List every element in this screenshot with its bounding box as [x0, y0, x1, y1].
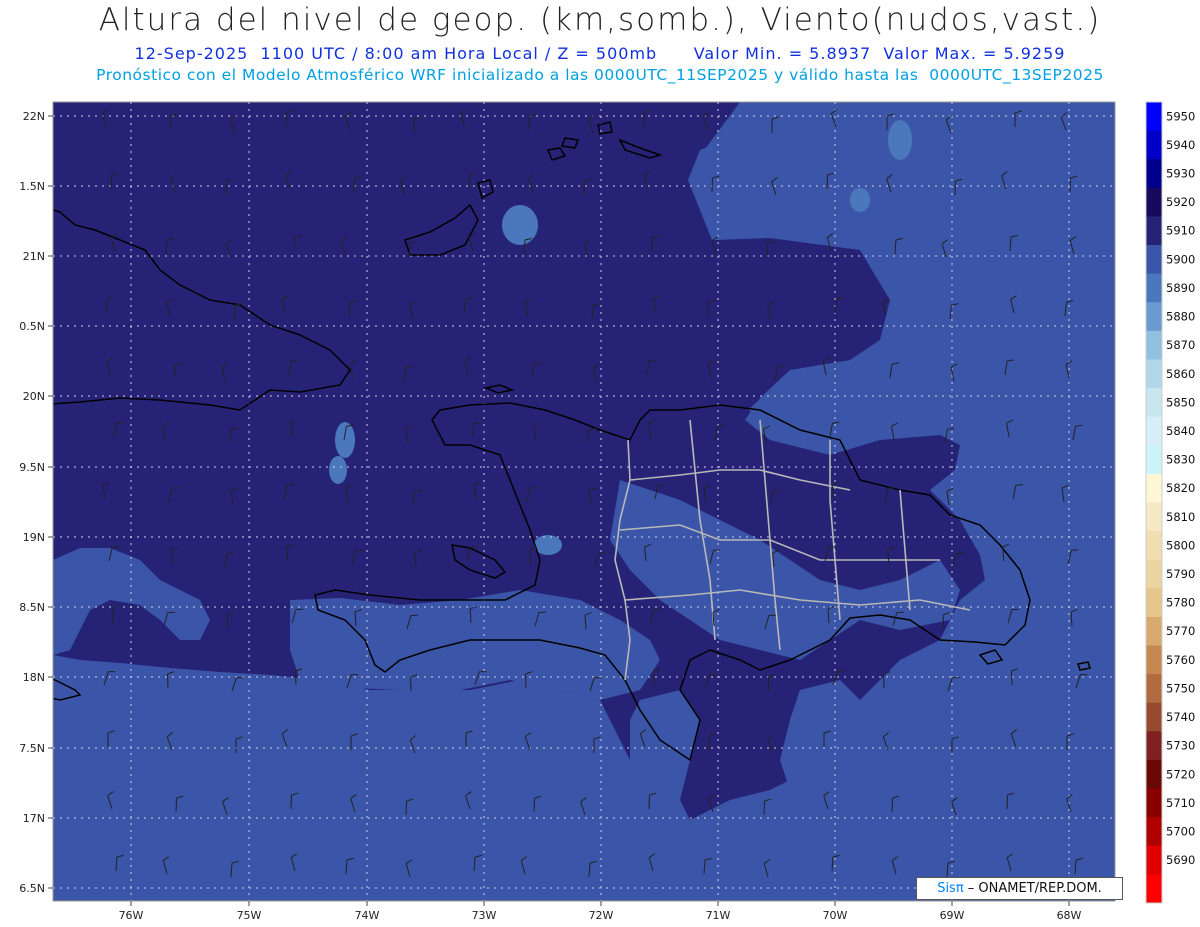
- colorbar-swatch: [1146, 588, 1162, 618]
- colorbar-swatch: [1146, 674, 1162, 704]
- lat-label: 17N: [23, 812, 45, 825]
- colorbar-label: 5880: [1166, 310, 1195, 324]
- colorbar-swatch: [1146, 559, 1162, 589]
- colorbar-swatch: [1146, 302, 1162, 332]
- colorbar-label: 5940: [1166, 138, 1195, 152]
- colorbar-label: 5830: [1166, 453, 1195, 467]
- lat-label: 8.5N: [19, 601, 45, 614]
- colorbar-swatch: [1146, 359, 1162, 389]
- lat-label: 19N: [23, 531, 45, 544]
- colorbar-label: 5840: [1166, 424, 1195, 438]
- colorbar: 5950 5940 5930 5920 5910 5900 5890 5880 5870 5860…: [1145, 101, 1195, 904]
- colorbar-swatch: [1146, 273, 1162, 303]
- colorbar-label: 5770: [1166, 624, 1195, 638]
- colorbar-swatch: [1146, 102, 1162, 132]
- colorbar-label: 5720: [1166, 767, 1195, 781]
- colorbar-swatch: [1146, 645, 1162, 675]
- colorbar-label: 5790: [1166, 567, 1195, 581]
- colorbar-swatch: [1146, 416, 1162, 446]
- colorbar-swatch: [1146, 330, 1162, 360]
- colorbar-swatch: [1146, 788, 1162, 818]
- colorbar-label: 5850: [1166, 395, 1195, 409]
- forecast-map: 22N 1.5N 21N 0.5N 20N 9.5N 19N 8.5N 18N 7.5N 17N 6.…: [19, 101, 1195, 922]
- colorbar-label: 5910: [1166, 224, 1195, 238]
- colorbar-swatch: [1146, 473, 1162, 503]
- lon-label: 74W: [355, 909, 380, 922]
- credit-text: – ONAMET/REP.DOM.: [963, 881, 1102, 896]
- lat-label: 9.5N: [19, 461, 45, 474]
- lon-label: 76W: [119, 909, 144, 922]
- lon-label: 69W: [940, 909, 965, 922]
- contour-5890-blob-4: [329, 456, 347, 484]
- colorbar-swatch: [1146, 845, 1162, 875]
- lat-label: 18N: [23, 671, 45, 684]
- colorbar-label: 5920: [1166, 195, 1195, 209]
- colorbar-label: 5900: [1166, 252, 1195, 266]
- colorbar-label: 5750: [1166, 681, 1195, 695]
- colorbar-swatch: [1146, 445, 1162, 475]
- lat-label: 6.5N: [19, 882, 45, 895]
- lon-label: 68W: [1057, 909, 1082, 922]
- colorbar-label: 5860: [1166, 367, 1195, 381]
- colorbar-label: 5700: [1166, 824, 1195, 838]
- colorbar-label: 5890: [1166, 281, 1195, 295]
- colorbar-swatch: [1146, 502, 1162, 532]
- lat-label: 1.5N: [19, 180, 45, 193]
- colorbar-label: 5950: [1166, 109, 1195, 123]
- credit-brand: Sisπ: [937, 881, 964, 896]
- lon-label: 70W: [823, 909, 848, 922]
- colorbar-swatch: [1146, 216, 1162, 246]
- lat-label: 21N: [23, 250, 45, 263]
- colorbar-label: 5690: [1166, 853, 1195, 867]
- colorbar-swatch: [1146, 874, 1162, 904]
- colorbar-swatch: [1146, 388, 1162, 418]
- lon-label: 72W: [589, 909, 614, 922]
- colorbar-swatch: [1146, 817, 1162, 847]
- lat-label: 7.5N: [19, 742, 45, 755]
- colorbar-label: 5730: [1166, 739, 1195, 753]
- colorbar-swatch: [1146, 159, 1162, 189]
- contour-5890-blob-1: [502, 205, 538, 245]
- colorbar-swatch: [1146, 731, 1162, 761]
- colorbar-label: 5740: [1166, 710, 1195, 724]
- lon-label: 73W: [472, 909, 497, 922]
- lat-label: 20N: [23, 390, 45, 403]
- lon-label: 71W: [706, 909, 731, 922]
- colorbar-swatch: [1146, 531, 1162, 561]
- contour-5890-blob-6: [850, 188, 870, 212]
- colorbar-label: 5710: [1166, 796, 1195, 810]
- colorbar-swatch: [1146, 245, 1162, 275]
- colorbar-label: 5930: [1166, 167, 1195, 181]
- colorbar-label: 5800: [1166, 538, 1195, 552]
- colorbar-label: 5810: [1166, 510, 1195, 524]
- lon-label: 75W: [237, 909, 262, 922]
- colorbar-label: 5780: [1166, 596, 1195, 610]
- lat-label: 0.5N: [19, 320, 45, 333]
- colorbar-swatch: [1146, 702, 1162, 732]
- colorbar-label: 5820: [1166, 481, 1195, 495]
- colorbar-label: 5870: [1166, 338, 1195, 352]
- contour-5890-blob-3: [534, 535, 562, 555]
- colorbar-swatch: [1146, 759, 1162, 790]
- colorbar-swatch: [1146, 616, 1162, 647]
- contour-5890-blob-2: [335, 422, 355, 458]
- colorbar-swatch: [1146, 130, 1162, 160]
- credit-box: Sisπ – ONAMET/REP.DOM.: [916, 877, 1123, 900]
- contour-5890-blob-5: [888, 120, 912, 160]
- colorbar-label: 5760: [1166, 653, 1195, 667]
- colorbar-swatch: [1146, 187, 1162, 217]
- lat-label: 22N: [23, 110, 45, 123]
